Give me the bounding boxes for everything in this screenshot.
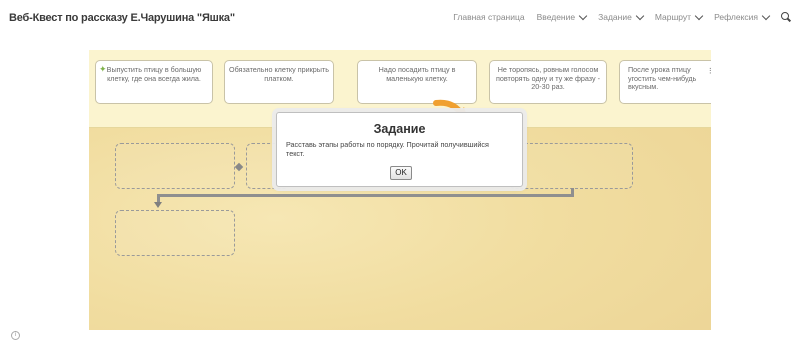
search-icon[interactable] bbox=[781, 12, 791, 22]
main-nav: Главная страница Введение Задание Маршру… bbox=[453, 11, 791, 22]
drop-slot[interactable] bbox=[509, 143, 633, 189]
nav-item-label: Рефлексия bbox=[714, 12, 758, 22]
ok-button[interactable]: OK bbox=[390, 166, 412, 180]
nav-item-task[interactable]: Задание bbox=[598, 11, 645, 22]
draggable-card[interactable]: ⠿ После урока птицу угостить чем-нибудь … bbox=[619, 60, 711, 104]
nav-item-label: Задание bbox=[598, 12, 632, 22]
ordering-game: ✦ Выпустить птицу в большую клетку, где … bbox=[89, 50, 711, 330]
connector-line bbox=[571, 188, 574, 197]
draggable-card[interactable]: Не торопясь, ровным голосом повторять од… bbox=[489, 60, 607, 104]
modal-title: Задание bbox=[373, 122, 426, 136]
drop-slot[interactable] bbox=[115, 210, 235, 256]
connector-node-icon bbox=[234, 162, 244, 172]
card-text: Выпустить птицу в большую клетку, где он… bbox=[106, 65, 202, 83]
connector-line bbox=[157, 194, 160, 202]
nav-item-reflection[interactable]: Рефлексия bbox=[714, 11, 771, 22]
card-text: После урока птицу угостить чем-нибудь вк… bbox=[628, 65, 697, 91]
draggable-card[interactable]: ✦ Выпустить птицу в большую клетку, где … bbox=[95, 60, 213, 104]
chevron-down-icon[interactable] bbox=[761, 11, 771, 20]
modal-text: Расставь этапы работы по порядку. Прочит… bbox=[286, 140, 489, 158]
nav-item-label: Маршрут bbox=[654, 12, 692, 22]
more-icon: ⠿ bbox=[709, 67, 711, 77]
nav-item-route[interactable]: Маршрут bbox=[654, 11, 704, 22]
chevron-down-icon[interactable] bbox=[635, 11, 645, 20]
draggable-card[interactable]: Обязательно клетку прикрыть платком. bbox=[224, 60, 334, 104]
card-text: Обязательно клетку прикрыть платком. bbox=[229, 65, 329, 83]
card-text: Надо посадить птицу в маленькую клетку. bbox=[378, 65, 456, 83]
info-icon[interactable]: i bbox=[11, 331, 20, 340]
drop-slot[interactable] bbox=[115, 143, 235, 189]
task-modal: Задание Расставь этапы работы по порядку… bbox=[276, 112, 523, 187]
drag-handle-icon: ✦ bbox=[99, 64, 107, 74]
nav-item-label: Введение bbox=[536, 12, 576, 22]
site-title[interactable]: Веб-Квест по рассказу Е.Чарушина "Яшка" bbox=[9, 12, 235, 24]
chevron-down-icon[interactable] bbox=[694, 11, 704, 20]
nav-item-home[interactable]: Главная страница bbox=[453, 12, 524, 22]
card-text: Не торопясь, ровным голосом повторять од… bbox=[496, 65, 600, 91]
arrow-down-icon bbox=[154, 202, 162, 208]
connector-line bbox=[157, 194, 573, 197]
nav-item-intro[interactable]: Введение bbox=[536, 11, 588, 22]
nav-item-label: Главная страница bbox=[453, 12, 525, 22]
chevron-down-icon[interactable] bbox=[578, 11, 588, 20]
